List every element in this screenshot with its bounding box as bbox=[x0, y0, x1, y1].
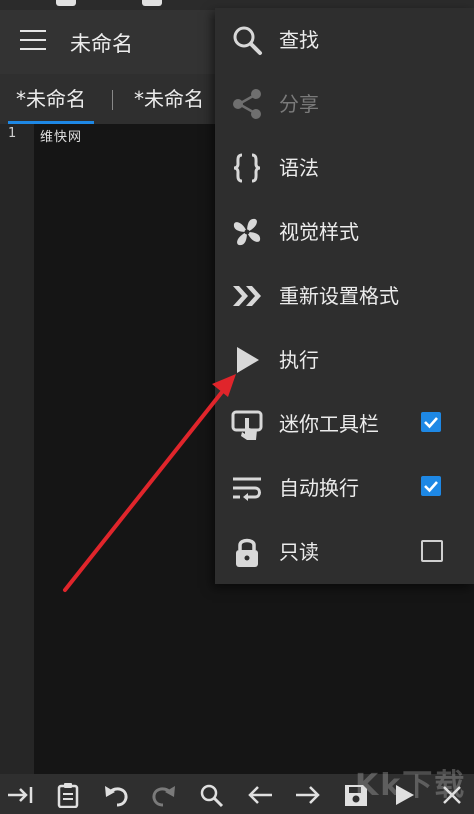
tab-untitled-2[interactable]: *未命名 bbox=[134, 74, 204, 124]
document-title: 未命名 bbox=[70, 32, 133, 56]
word-wrap-checkbox[interactable] bbox=[421, 476, 441, 496]
redo-icon[interactable] bbox=[150, 782, 178, 808]
menu-item-label: 只读 bbox=[279, 540, 319, 564]
menu-item-find[interactable]: 查找 bbox=[215, 8, 474, 72]
wrap-icon bbox=[233, 477, 261, 501]
menu-item-mini-toolbar[interactable]: 迷你工具栏 bbox=[215, 392, 474, 456]
menu-item-execute[interactable]: 执行 bbox=[215, 328, 474, 392]
tab-untitled-1[interactable]: *未命名 bbox=[8, 74, 94, 124]
mini-toolbar-checkbox[interactable] bbox=[421, 412, 441, 432]
fan-icon bbox=[233, 218, 261, 246]
play-icon bbox=[237, 347, 259, 373]
menu-item-read-only[interactable]: 只读 bbox=[215, 520, 474, 584]
double-chevron-icon bbox=[233, 286, 261, 306]
lock-icon bbox=[236, 538, 258, 567]
status-indicator bbox=[142, 0, 162, 6]
watermark-logo: Kk下载 bbox=[355, 768, 467, 803]
menu-item-share[interactable]: 分享 bbox=[215, 72, 474, 136]
overflow-menu: 查找 分享 语法 视觉样式 重新设置格式 执行 迷你工具栏 自动换行 只读 bbox=[215, 8, 474, 584]
braces-icon bbox=[233, 153, 261, 183]
line-gutter bbox=[0, 124, 34, 774]
clipboard-icon[interactable] bbox=[54, 782, 82, 808]
check-icon bbox=[424, 481, 438, 493]
menu-item-syntax[interactable]: 语法 bbox=[215, 136, 474, 200]
menu-item-label: 迷你工具栏 bbox=[279, 412, 379, 436]
read-only-checkbox[interactable] bbox=[421, 540, 443, 562]
line-number: 1 bbox=[8, 126, 17, 141]
menu-item-label: 分享 bbox=[279, 92, 319, 116]
menu-item-label: 查找 bbox=[279, 28, 319, 52]
menu-item-label: 自动换行 bbox=[279, 476, 359, 500]
status-indicator bbox=[56, 0, 76, 6]
search-icon bbox=[233, 26, 262, 55]
search-icon[interactable] bbox=[198, 782, 226, 808]
share-icon bbox=[233, 89, 261, 119]
arrow-right-icon[interactable] bbox=[294, 782, 322, 808]
tab-indent-icon[interactable] bbox=[6, 782, 34, 808]
menu-item-label: 视觉样式 bbox=[279, 220, 359, 244]
tab-divider bbox=[112, 90, 113, 110]
arrow-left-icon[interactable] bbox=[246, 782, 274, 808]
touch-toolbar-icon bbox=[231, 410, 263, 440]
menu-hamburger-icon[interactable] bbox=[20, 30, 46, 50]
menu-item-reformat[interactable]: 重新设置格式 bbox=[215, 264, 474, 328]
undo-icon[interactable] bbox=[102, 782, 130, 808]
menu-item-word-wrap[interactable]: 自动换行 bbox=[215, 456, 474, 520]
menu-item-label: 执行 bbox=[279, 348, 319, 372]
menu-item-label: 重新设置格式 bbox=[279, 284, 399, 308]
menu-item-label: 语法 bbox=[279, 156, 319, 180]
menu-item-visual-style[interactable]: 视觉样式 bbox=[215, 200, 474, 264]
check-icon bbox=[424, 417, 438, 429]
editor-line-text[interactable]: 维快网 bbox=[40, 126, 82, 145]
